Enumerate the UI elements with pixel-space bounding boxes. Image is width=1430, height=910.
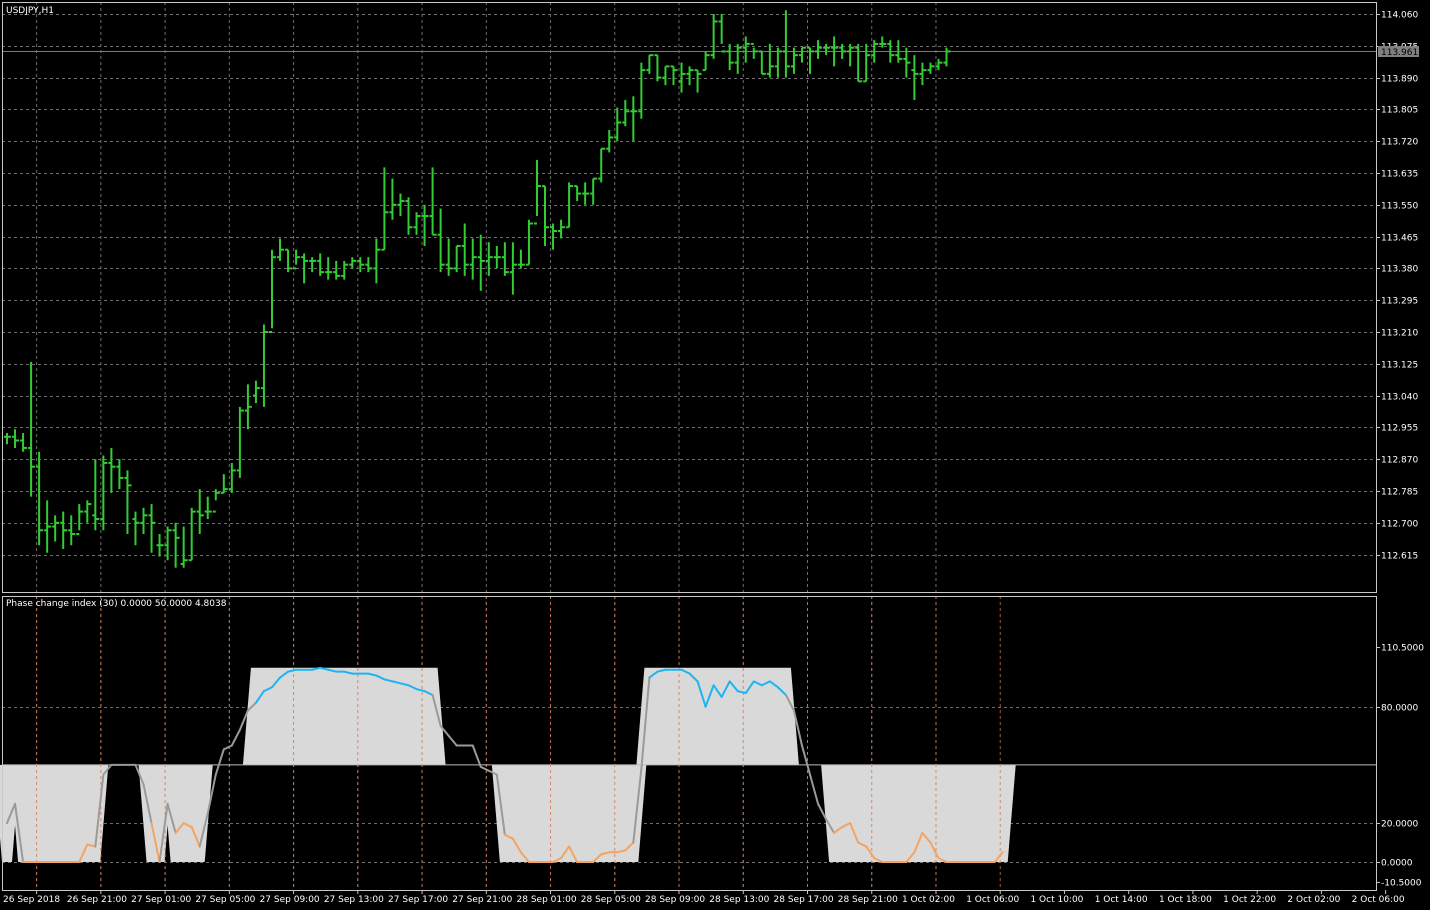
y-tick-label: 112.785 — [1381, 488, 1418, 498]
ind-y-tick-label: 0.0000 — [1381, 859, 1413, 869]
window-title: USDJPY,H1 — [6, 6, 54, 16]
x-tick-label: 28 Sep 05:00 — [581, 895, 641, 905]
chart-background — [0, 0, 1430, 910]
y-tick-label: 113.125 — [1381, 361, 1418, 371]
y-tick-label: 113.635 — [1381, 170, 1418, 180]
y-tick-label: 113.890 — [1381, 75, 1418, 85]
x-tick-label: 27 Sep 21:00 — [452, 895, 512, 905]
y-tick-label: 113.040 — [1381, 393, 1418, 403]
phase-fill-high — [242, 667, 446, 765]
x-tick-label: 27 Sep 05:00 — [195, 895, 255, 905]
x-tick-label: 27 Sep 01:00 — [131, 895, 191, 905]
x-tick-label: 27 Sep 13:00 — [324, 895, 384, 905]
y-tick-label: 114.060 — [1381, 11, 1418, 21]
current-price-label: 113.961 — [1381, 48, 1418, 58]
x-tick-label: 1 Oct 02:00 — [902, 895, 955, 905]
y-tick-label: 112.615 — [1381, 552, 1418, 562]
indicator-title: Phase change index (30) 0.0000 50.0000 4… — [6, 599, 227, 609]
y-tick-label: 113.295 — [1381, 297, 1418, 307]
x-tick-label: 27 Sep 09:00 — [260, 895, 320, 905]
y-tick-label: 113.720 — [1381, 138, 1418, 148]
y-tick-label: 113.380 — [1381, 265, 1418, 275]
x-tick-label: 26 Sep 2018 — [3, 895, 60, 905]
x-tick-label: 27 Sep 17:00 — [388, 895, 448, 905]
y-tick-label: 113.550 — [1381, 202, 1418, 212]
x-tick-label: 1 Oct 10:00 — [1030, 895, 1083, 905]
x-tick-label: 1 Oct 06:00 — [966, 895, 1019, 905]
x-tick-label: 26 Sep 21:00 — [67, 895, 127, 905]
chart-canvas: 114.060113.975113.890113.805113.720113.6… — [0, 0, 1430, 910]
ind-y-tick-label: 20.0000 — [1381, 820, 1418, 830]
x-tick-label: 28 Sep 09:00 — [645, 895, 705, 905]
y-tick-label: 113.805 — [1381, 106, 1418, 116]
x-tick-label: 1 Oct 18:00 — [1159, 895, 1212, 905]
ind-y-tick-label: 80.0000 — [1381, 704, 1418, 714]
y-tick-label: 113.210 — [1381, 329, 1418, 339]
y-tick-label: 112.700 — [1381, 520, 1418, 530]
x-tick-label: 1 Oct 22:00 — [1223, 895, 1276, 905]
y-tick-label: 112.955 — [1381, 424, 1418, 434]
x-tick-label: 28 Sep 21:00 — [838, 895, 898, 905]
phase-fill-low — [821, 764, 1016, 862]
phase-fill-high — [636, 667, 799, 765]
x-tick-label: 2 Oct 02:00 — [1287, 895, 1340, 905]
ind-y-tick-label: -10.5000 — [1381, 879, 1422, 889]
x-tick-label: 28 Sep 17:00 — [774, 895, 834, 905]
phase-fill-low — [10, 764, 109, 862]
ind-y-tick-label: 110.5000 — [1381, 644, 1424, 654]
x-tick-label: 1 Oct 14:00 — [1095, 895, 1148, 905]
x-tick-label: 28 Sep 13:00 — [709, 895, 769, 905]
y-tick-label: 112.870 — [1381, 456, 1418, 466]
x-tick-label: 2 Oct 06:00 — [1352, 895, 1405, 905]
current-price-marker: 113.961 — [1378, 46, 1419, 58]
x-tick-label: 28 Sep 01:00 — [517, 895, 577, 905]
y-tick-label: 113.465 — [1381, 234, 1418, 244]
